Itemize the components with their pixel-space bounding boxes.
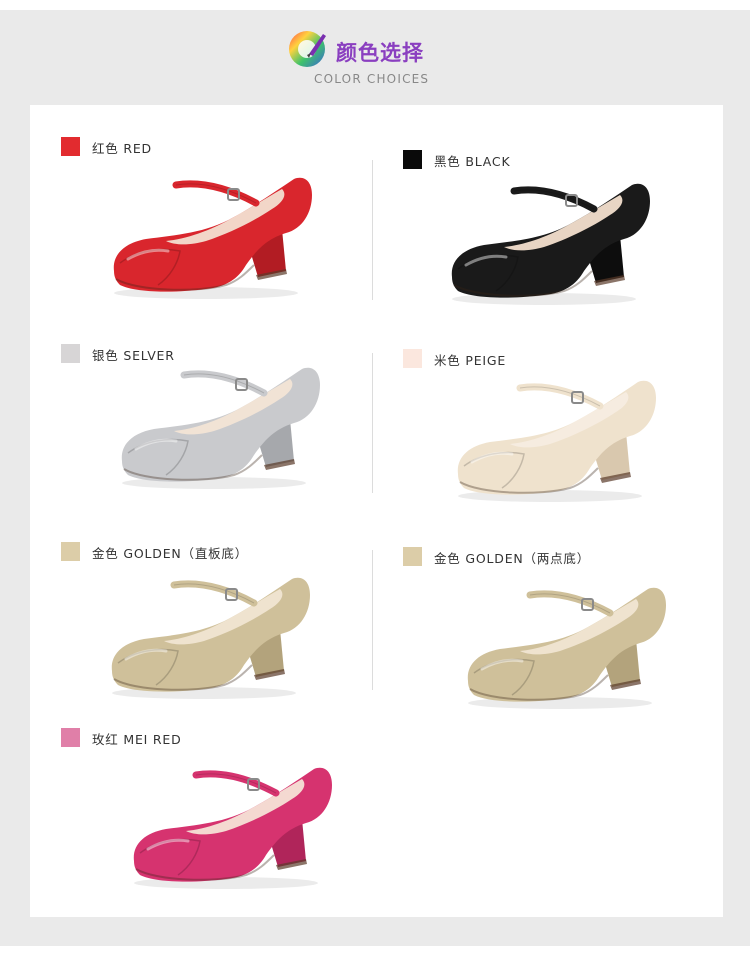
color-label: 玫红 MEI RED (92, 732, 182, 747)
color-swatch (403, 547, 422, 566)
shoe-image (467, 587, 666, 709)
color-swatch (61, 542, 80, 561)
color-swatch (61, 728, 80, 747)
divider (372, 353, 373, 493)
color-swatch (403, 150, 422, 169)
shoe-image (113, 177, 312, 299)
shoe-image (457, 380, 656, 502)
color-label: 黑色 BLACK (434, 154, 511, 169)
bottom-band (0, 946, 750, 965)
color-swatch (61, 137, 80, 156)
divider (372, 550, 373, 690)
top-band (0, 0, 750, 10)
shoe-image (121, 367, 320, 489)
section-subtitle: COLOR CHOICES (314, 72, 430, 86)
color-label: 红色 RED (92, 141, 152, 156)
color-swatch (403, 349, 422, 368)
shoe-image (133, 767, 332, 889)
divider (372, 160, 373, 300)
shoe-image (111, 577, 310, 699)
color-choices-panel: 红色 RED 黑色 BLACK 银色 SELVER 米色 PEIGE 金色 GO… (30, 105, 723, 917)
shoe-image (451, 183, 650, 305)
color-label: 金色 GOLDEN（直板底） (92, 546, 249, 561)
color-swatch (61, 344, 80, 363)
color-label: 金色 GOLDEN（两点底） (434, 551, 591, 566)
paint-palette-icon (289, 31, 326, 67)
color-label: 米色 PEIGE (434, 353, 507, 368)
section-title: 颜色选择 (336, 41, 424, 65)
section-header: 颜色选择 COLOR CHOICES (0, 20, 750, 100)
